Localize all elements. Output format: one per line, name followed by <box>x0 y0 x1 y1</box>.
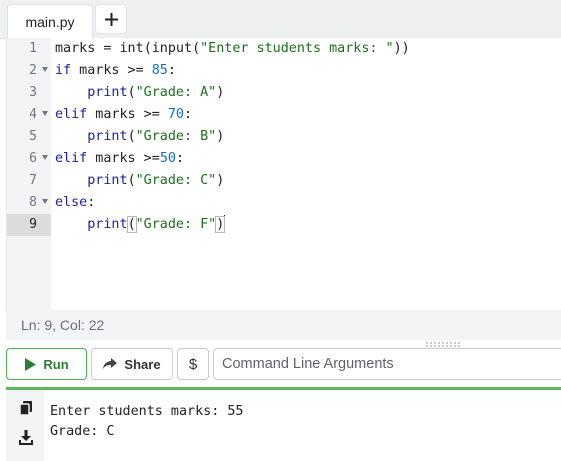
share-arrow-icon <box>103 358 118 369</box>
stdin-toggle-button[interactable]: $ <box>177 348 209 380</box>
copy-icon[interactable] <box>18 400 34 416</box>
code-line: marks = int(input("Enter students marks:… <box>55 41 410 56</box>
share-label: Share <box>124 356 161 372</box>
add-file-button[interactable] <box>95 4 127 34</box>
code-line: elif marks >= 70: <box>55 107 193 122</box>
output-line: Grade: C <box>50 424 115 439</box>
download-icon[interactable] <box>18 430 34 446</box>
dollar-icon: $ <box>188 355 198 373</box>
run-button[interactable]: Run <box>6 348 87 380</box>
cursor-position: Ln: 9, Col: 22 <box>21 317 105 333</box>
line-number: 2 <box>7 60 51 82</box>
code-line: print("Grade: C") <box>87 173 225 188</box>
code-line: elif marks >=50: <box>55 151 184 166</box>
file-tab-bar: main.py <box>0 0 561 39</box>
line-number: 4 <box>7 104 51 126</box>
line-number: 3 <box>29 85 37 100</box>
editor-status-bar: Ln: 9, Col: 22 <box>6 310 561 340</box>
plus-icon <box>104 12 118 26</box>
code-line: print("Grade: B") <box>87 129 225 144</box>
line-number: 6 <box>7 148 51 170</box>
fold-toggle-icon[interactable] <box>42 111 48 116</box>
code-line-active: print("Grade: F") <box>87 215 226 233</box>
fold-toggle-icon[interactable] <box>42 155 48 160</box>
code-line: if marks >= 85: <box>55 63 176 78</box>
run-label: Run <box>43 356 69 372</box>
panel-resize-handle[interactable] <box>426 342 462 347</box>
share-button[interactable]: Share <box>91 348 173 380</box>
code-area[interactable]: marks = int(input("Enter students marks:… <box>55 38 561 310</box>
play-icon <box>25 357 37 371</box>
line-number: 8 <box>7 192 51 214</box>
code-line: else: <box>55 195 96 210</box>
fold-toggle-icon[interactable] <box>42 199 48 204</box>
fold-toggle-icon[interactable] <box>42 67 48 72</box>
code-line: print("Grade: A") <box>87 85 225 100</box>
code-editor[interactable]: 1 2 3 4 5 6 7 8 9 marks = int(input("Ent… <box>6 38 561 310</box>
line-number: 5 <box>29 129 37 144</box>
line-number: 1 <box>29 41 37 56</box>
tab-main-py[interactable]: main.py <box>7 4 93 38</box>
output-line: Enter students marks: 55 <box>50 404 244 419</box>
console-output: Enter students marks: 55 Grade: C <box>50 402 243 442</box>
line-number: 7 <box>29 173 37 188</box>
output-sidebar <box>6 390 44 461</box>
text-cursor <box>224 215 226 231</box>
command-line-arguments-input[interactable] <box>213 348 561 380</box>
output-panel: Enter students marks: 55 Grade: C <box>6 387 561 461</box>
line-number-active: 9 <box>7 214 51 236</box>
tab-label: main.py <box>25 13 75 30</box>
line-number-gutter: 1 2 3 4 5 6 7 8 9 <box>7 38 51 310</box>
